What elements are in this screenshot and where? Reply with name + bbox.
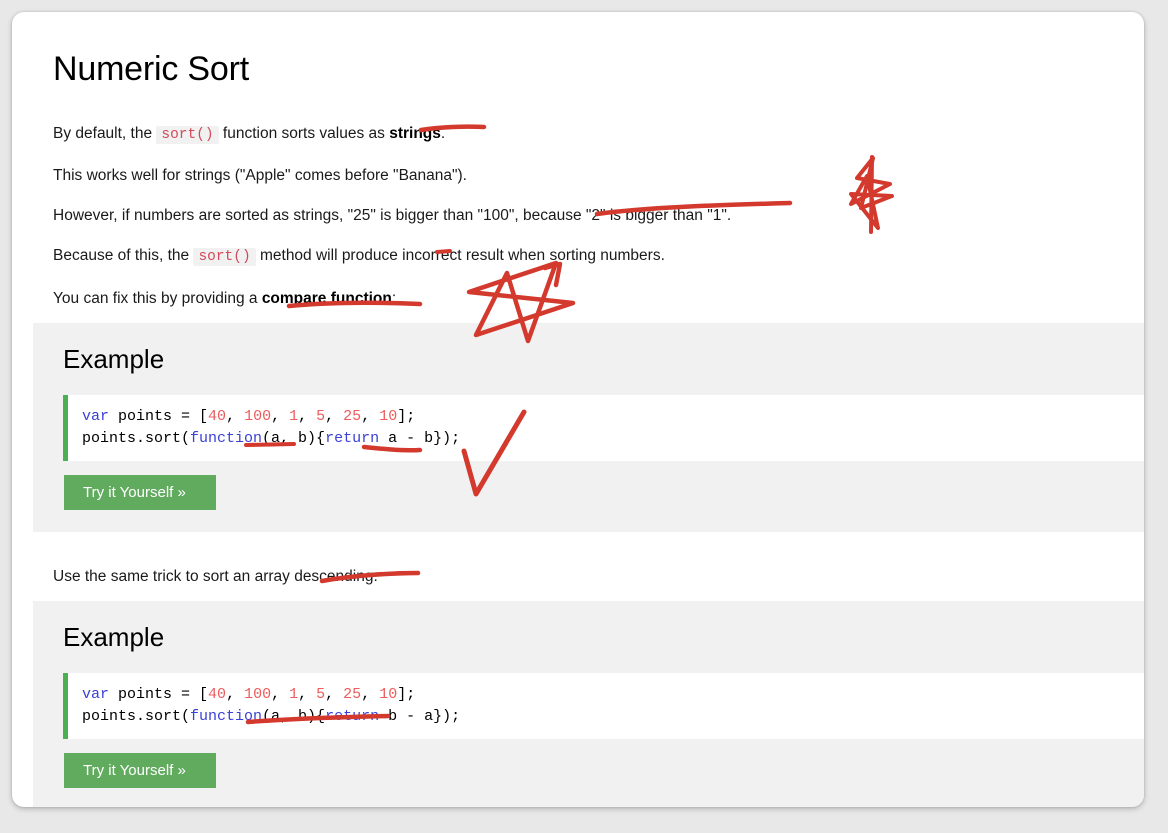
- inline-code-sort: sort(): [193, 248, 256, 266]
- paragraph-text: function sorts values as: [218, 125, 390, 142]
- article-content: Numeric Sort By default, the sort() func…: [12, 12, 1144, 807]
- paragraph-text: Because of this, the: [53, 247, 194, 264]
- code-text: points.sort(: [82, 708, 191, 725]
- code-text: a - b});: [379, 430, 461, 447]
- code-text: (a, b){: [262, 708, 326, 725]
- code-text: ,: [361, 686, 380, 703]
- code-text: ,: [298, 408, 317, 425]
- paragraph-text: By default, the: [53, 125, 157, 142]
- code-keyword: var: [82, 408, 110, 425]
- example-panel-ascending: Example var points = [40, 100, 1, 5, 25,…: [33, 323, 1144, 532]
- paragraph-descending: Use the same trick to sort an array desc…: [53, 568, 378, 585]
- paragraph-text: .: [440, 125, 446, 142]
- code-keyword: function: [190, 430, 263, 447]
- bold-compare-function: compare function: [261, 290, 392, 307]
- paragraph-text: You can fix this by providing a: [53, 290, 262, 307]
- code-text: ,: [226, 686, 245, 703]
- code-block-ascending: var points = [40, 100, 1, 5, 25, 10]; po…: [63, 395, 1144, 461]
- code-text: ];: [397, 686, 416, 703]
- code-keyword: return: [325, 708, 380, 725]
- code-number: 1: [289, 408, 299, 425]
- code-number: 5: [316, 408, 326, 425]
- code-block-descending: var points = [40, 100, 1, 5, 25, 10]; po…: [63, 673, 1144, 739]
- code-text: ,: [325, 408, 344, 425]
- inline-code-sort: sort(): [156, 126, 219, 144]
- code-text: ,: [226, 408, 245, 425]
- code-text: (a, b){: [262, 430, 326, 447]
- code-number: 100: [244, 686, 272, 703]
- page-title: Numeric Sort: [53, 50, 249, 88]
- code-number: 40: [208, 408, 227, 425]
- paragraph-numbers-as-strings: However, if numbers are sorted as string…: [53, 207, 732, 224]
- code-text: points = [: [109, 686, 209, 703]
- code-number: 10: [379, 686, 398, 703]
- code-number: 10: [379, 408, 398, 425]
- code-number: 100: [244, 408, 272, 425]
- code-text: ,: [298, 686, 317, 703]
- code-text: points = [: [109, 408, 209, 425]
- code-number: 1: [289, 686, 299, 703]
- example-heading: Example: [63, 344, 165, 374]
- page-card: Numeric Sort By default, the sort() func…: [12, 12, 1144, 807]
- paragraph-default-sort: By default, the sort() function sorts va…: [53, 124, 445, 145]
- code-number: 40: [208, 686, 227, 703]
- try-it-yourself-button[interactable]: Try it Yourself »: [64, 475, 216, 510]
- code-text: ];: [397, 408, 416, 425]
- code-text: points.sort(: [82, 430, 191, 447]
- paragraph-works-well: This works well for strings ("Apple" com…: [53, 167, 467, 184]
- paragraph-incorrect-result: Because of this, the sort() method will …: [53, 246, 665, 267]
- paragraph-compare-function: You can fix this by providing a compare …: [53, 289, 396, 309]
- code-keyword: function: [190, 708, 263, 725]
- code-text: ,: [271, 686, 290, 703]
- code-text: ,: [271, 408, 290, 425]
- paragraph-text: :: [391, 290, 397, 307]
- code-text: ,: [325, 686, 344, 703]
- paragraph-text: method will produce incorrect result whe…: [255, 247, 665, 264]
- code-text: b - a});: [379, 708, 461, 725]
- code-number: 25: [343, 686, 362, 703]
- example-panel-descending: Example var points = [40, 100, 1, 5, 25,…: [33, 601, 1144, 807]
- code-keyword: var: [82, 686, 110, 703]
- try-it-yourself-button[interactable]: Try it Yourself »: [64, 753, 216, 788]
- code-number: 5: [316, 686, 326, 703]
- code-keyword: return: [325, 430, 380, 447]
- code-text: ,: [361, 408, 380, 425]
- example-heading: Example: [63, 622, 165, 652]
- code-number: 25: [343, 408, 362, 425]
- bold-strings: strings: [389, 125, 441, 142]
